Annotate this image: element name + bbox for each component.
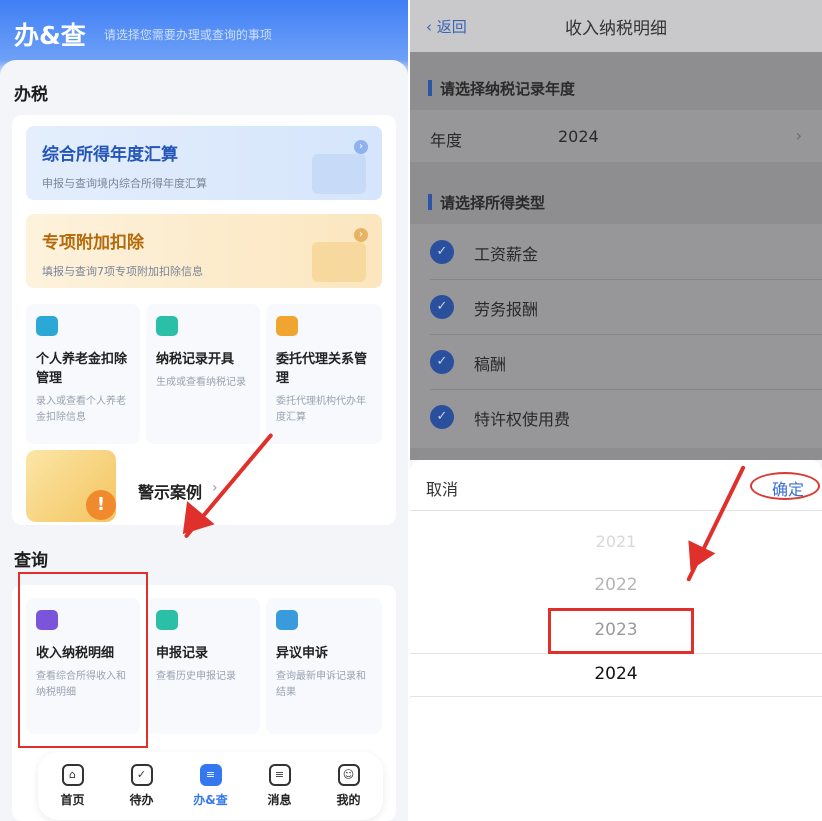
home-icon: ⌂	[61, 764, 84, 786]
calendar-icon: ✓	[130, 764, 153, 786]
year-picker-sheet: 取消 确定 2021 2022 2023 2024	[410, 460, 822, 821]
section-title-year: 请选择纳税记录年度	[428, 78, 575, 99]
tab-label: 办&查	[193, 793, 228, 807]
type-label: 劳务报酬	[474, 300, 539, 319]
tax-record-tile[interactable]: 纳税记录开具 生成或查看纳税记录	[146, 304, 260, 444]
tile-title: 异议申诉	[276, 646, 329, 661]
tile-subtitle: 生成或查看纳税记录	[156, 377, 246, 388]
tab-label: 待办	[129, 793, 154, 807]
year-label: 年度	[430, 131, 463, 150]
type-option-labor[interactable]: ✓ 劳务报酬	[410, 280, 822, 334]
left-screen: 办&查 请选择您需要办理或查询的事项 办税 综合所得年度汇算 申报与查询境内综合…	[0, 0, 408, 821]
type-option-franchise[interactable]: ✓ 特许权使用费	[410, 390, 822, 444]
chevron-right-icon: ›	[354, 140, 368, 154]
section-title-query: 查询	[14, 551, 48, 571]
tab-messages[interactable]: ≡ 消息	[250, 752, 310, 820]
picker-selection-line	[410, 696, 822, 697]
form-illustration	[312, 242, 366, 282]
annual-settlement-banner[interactable]: 综合所得年度汇算 申报与查询境内综合所得年度汇算 ›	[26, 126, 382, 200]
pension-deduction-tile[interactable]: 个人养老金扣除管理 录入或查看个人养老金扣除信息	[26, 304, 140, 444]
tile-title: 申报记录	[156, 646, 209, 661]
chevron-right-icon: ›	[354, 228, 368, 242]
checked-icon: ✓	[430, 350, 454, 374]
tile-subtitle: 查看历史申报记录	[156, 671, 236, 682]
chevron-right-icon: ›	[795, 126, 802, 145]
tab-label: 我的	[336, 793, 361, 807]
highlight-box	[548, 608, 694, 654]
appeal-icon	[276, 610, 298, 630]
tab-todo[interactable]: ✓ 待办	[112, 752, 172, 820]
tab-profile[interactable]: ☺ 我的	[319, 752, 379, 820]
tab-do-and-check[interactable]: ≡ 办&查	[181, 752, 241, 820]
agency-tile[interactable]: 委托代理关系管理 委托代理机构代办年度汇算	[266, 304, 382, 444]
tile-subtitle: 委托代理机构代办年度汇算	[276, 396, 366, 423]
cancel-button[interactable]: 取消	[426, 476, 458, 500]
warning-icon: !	[86, 490, 116, 520]
agency-icon	[276, 316, 298, 336]
type-label: 特许权使用费	[474, 410, 571, 429]
record-icon	[156, 316, 178, 336]
pension-icon	[36, 316, 58, 336]
tile-subtitle: 录入或查看个人养老金扣除信息	[36, 396, 126, 423]
picker-option[interactable]: 2022	[410, 575, 822, 595]
tab-bar: ⌂ 首页 ✓ 待办 ≡ 办&查 ≡ 消息 ☺ 我的	[38, 752, 383, 820]
checked-icon: ✓	[430, 240, 454, 264]
right-screen: ‹ 返回 收入纳税明细 请选择纳税记录年度 年度 2024 › 请选择所得类型 …	[410, 0, 822, 821]
appeal-tile[interactable]: 异议申诉 查询最新申诉记录和结果	[266, 598, 382, 734]
nav-bar: ‹ 返回 收入纳税明细	[410, 0, 822, 52]
highlight-box	[18, 572, 148, 748]
page-title: 收入纳税明细	[565, 19, 667, 39]
tab-home[interactable]: ⌂ 首页	[43, 752, 103, 820]
highlight-oval	[750, 472, 820, 500]
type-label: 稿酬	[474, 355, 507, 374]
message-icon: ≡	[268, 764, 291, 786]
tile-title: 个人养老金扣除管理	[36, 352, 128, 386]
tile-title: 纳税记录开具	[156, 352, 235, 367]
type-label: 工资薪金	[474, 245, 539, 264]
tile-title: 委托代理关系管理	[276, 352, 368, 386]
type-option-salary[interactable]: ✓ 工资薪金	[410, 225, 822, 279]
checked-icon: ✓	[430, 405, 454, 429]
picker-option[interactable]: 2021	[410, 532, 822, 551]
picker-option-selected[interactable]: 2024	[410, 664, 822, 684]
tab-label: 首页	[60, 793, 85, 807]
profile-icon: ☺	[337, 764, 360, 786]
tile-subtitle: 查询最新申诉记录和结果	[276, 671, 366, 698]
tab-label: 消息	[267, 793, 292, 807]
divider	[410, 510, 822, 511]
special-deduction-banner[interactable]: 专项附加扣除 填报与查询7项专项附加扣除信息 ›	[26, 214, 382, 288]
page-subtitle: 请选择您需要办理或查询的事项	[103, 27, 272, 42]
checked-icon: ✓	[430, 295, 454, 319]
record-icon	[156, 610, 178, 630]
warning-cases-link[interactable]: 警示案例	[138, 479, 202, 503]
task-icon: ≡	[199, 764, 222, 786]
type-option-royalty[interactable]: ✓ 稿酬	[410, 335, 822, 389]
declaration-record-tile[interactable]: 申报记录 查看历史申报记录	[146, 598, 260, 734]
year-row[interactable]	[410, 110, 822, 162]
header: 办&查 请选择您需要办理或查询的事项	[14, 16, 272, 52]
calculator-illustration	[312, 154, 366, 194]
page-title: 办&查	[14, 21, 86, 50]
section-title-tax: 办税	[14, 85, 48, 105]
chevron-right-icon: ›	[212, 480, 218, 496]
year-value: 2024	[558, 127, 599, 146]
section-title-type: 请选择所得类型	[428, 192, 545, 213]
